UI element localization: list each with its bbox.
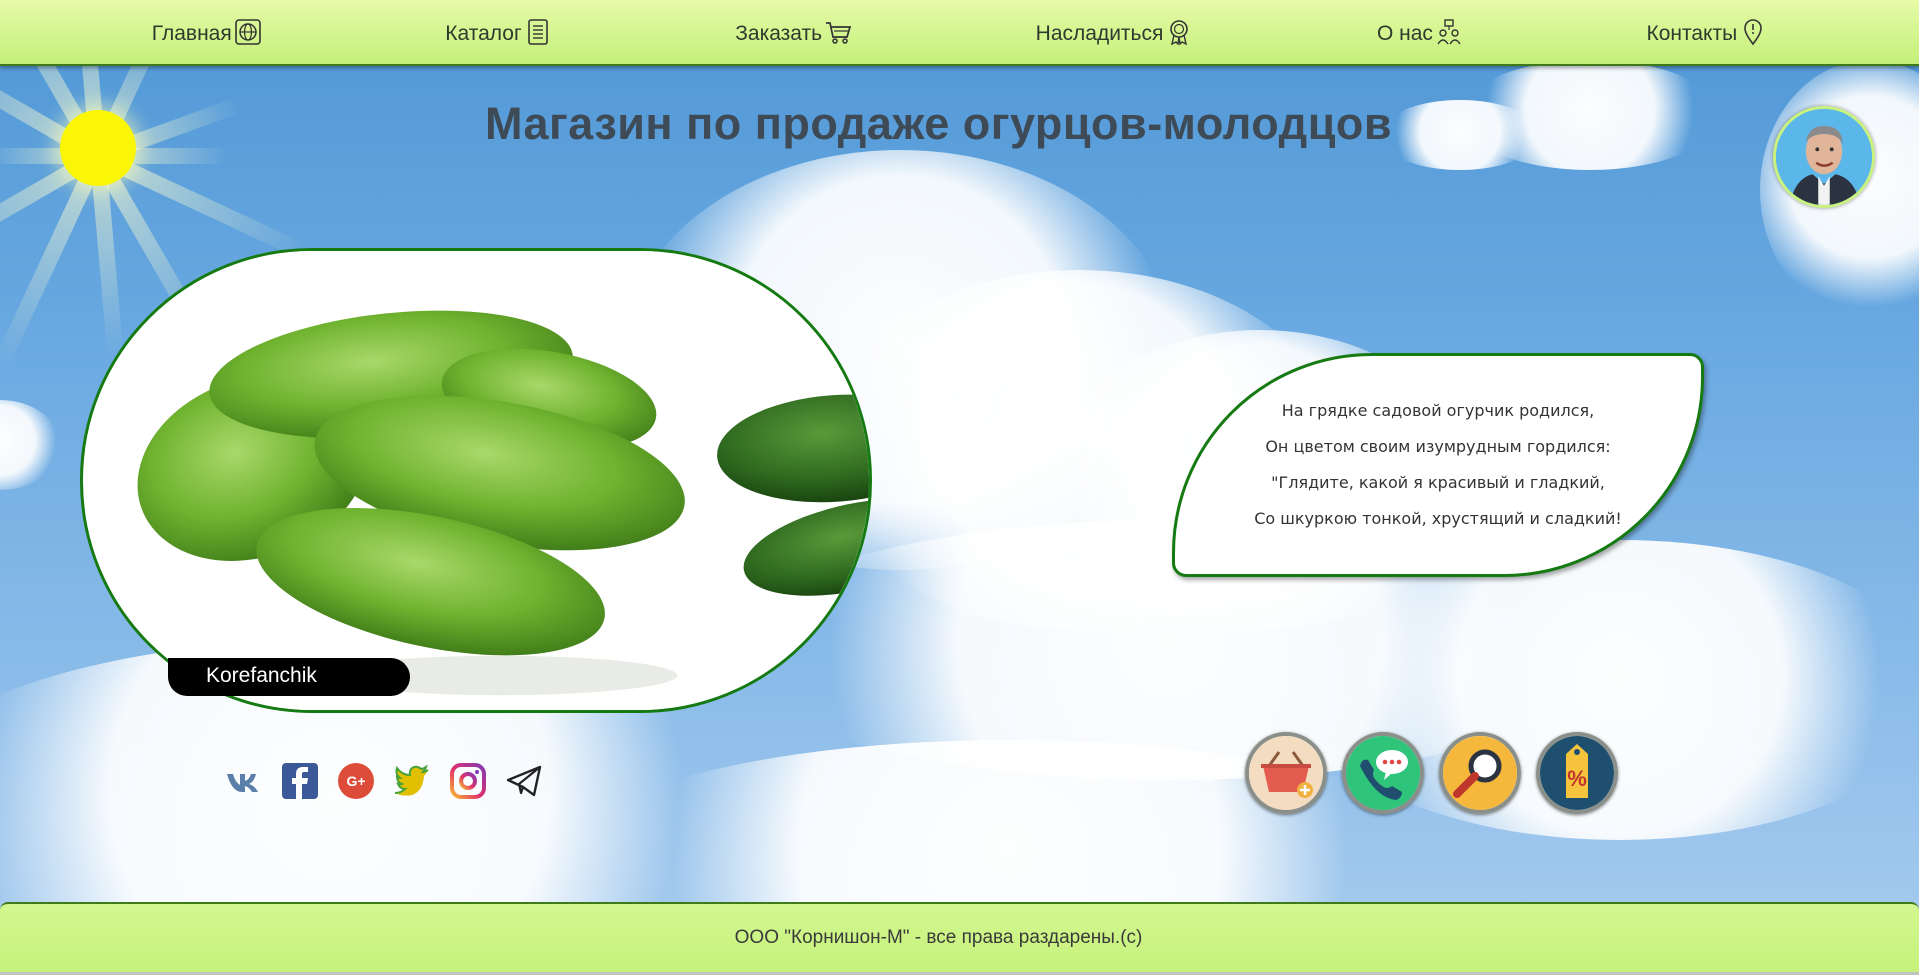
document-list-icon — [527, 19, 548, 45]
poem-line: На грядке садовой огурчик родился, — [1281, 401, 1595, 420]
nav-label-order: Заказать — [735, 22, 823, 45]
poem-line: Он цветом своим изумрудным гордился: — [1265, 437, 1611, 456]
medal-icon — [1170, 20, 1189, 46]
search-button[interactable] — [1439, 732, 1521, 814]
nav-label-home: Главная — [151, 22, 232, 45]
phone-chat-icon — [1346, 736, 1420, 810]
poem-line: Со шкуркою тонкой, хрустящий и сладкий! — [1254, 509, 1622, 528]
poem-line: "Глядите, какой я красивый и гладкий, — [1271, 473, 1605, 492]
svg-text:G+: G+ — [346, 773, 365, 789]
nav-item-enjoy[interactable]: Насладиться — [1036, 18, 1194, 46]
nav-item-order[interactable]: Заказать — [735, 18, 852, 46]
nav-label-contacts: Контакты — [1646, 22, 1738, 45]
magnifier-icon — [1443, 736, 1517, 810]
person-portrait-icon — [1776, 109, 1872, 205]
cucumber-photo-card — [80, 248, 872, 713]
nav-item-about[interactable]: О нас — [1377, 18, 1463, 46]
avatar[interactable] — [1773, 106, 1875, 208]
location-pin-icon — [1744, 19, 1763, 46]
globe-icon — [234, 19, 261, 45]
nav-label-enjoy: Насладиться — [1035, 22, 1164, 45]
discount-tag-icon: % — [1540, 736, 1614, 810]
photo-caption: Korefanchik — [168, 658, 410, 696]
vk-icon[interactable] — [225, 762, 263, 800]
footer-copyright: ООО "Корнишон-М" - все права раздарены.(… — [734, 927, 1143, 948]
page-title: Магазин по продаже огурцов-молодцов — [484, 98, 1393, 149]
nav-label-catalog: Каталог — [445, 22, 522, 45]
telegram-icon[interactable] — [505, 762, 543, 800]
nav-label-about: О нас — [1376, 22, 1433, 45]
footer: ООО "Корнишон-М" - все права раздарены.(… — [0, 902, 1919, 972]
cart-icon — [826, 22, 852, 44]
basket-add-button[interactable] — [1245, 732, 1327, 814]
discount-button[interactable]: % — [1536, 732, 1618, 814]
twitter-icon[interactable] — [393, 762, 431, 800]
facebook-icon[interactable] — [281, 762, 319, 800]
nav-item-contacts[interactable]: Контакты — [1646, 18, 1767, 46]
svg-text:%: % — [1567, 766, 1587, 791]
nav-item-home[interactable]: Главная — [152, 18, 262, 46]
nav-item-catalog[interactable]: Каталог — [445, 18, 551, 46]
google-plus-icon[interactable]: G+ — [337, 762, 375, 800]
phone-chat-button[interactable] — [1342, 732, 1424, 814]
action-buttons: % — [1245, 732, 1618, 814]
cucumbers-image — [85, 251, 869, 710]
main-navigation: Главная Каталог Заказать Насладиться О н… — [0, 0, 1919, 66]
basket-add-icon — [1249, 736, 1323, 810]
team-icon — [1437, 19, 1461, 45]
instagram-icon[interactable] — [449, 762, 487, 800]
social-links: G+ — [225, 762, 543, 800]
